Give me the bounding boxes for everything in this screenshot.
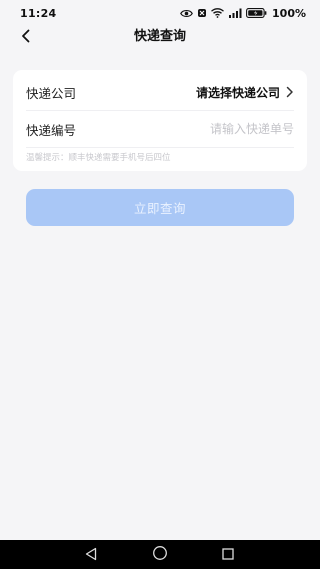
status-time: 11:24	[20, 6, 57, 20]
recents-square-icon	[221, 546, 235, 565]
company-label: 快递公司	[26, 85, 77, 101]
header-bar: 快递查询	[0, 26, 320, 48]
company-select[interactable]: 请选择快递公司	[196, 83, 294, 102]
wifi-icon	[211, 8, 224, 18]
battery-percentage: 100%	[272, 6, 306, 20]
company-row[interactable]: 快递公司 请选择快递公司	[26, 74, 294, 111]
home-circle-icon	[152, 545, 168, 565]
back-button[interactable]	[14, 26, 38, 48]
company-select-value: 请选择快递公司	[195, 85, 280, 100]
chevron-left-icon	[20, 28, 32, 47]
tip-text: 温馨提示：顺丰快递需要手机号后四位	[26, 153, 171, 163]
page-title: 快递查询	[133, 29, 186, 44]
system-home-button[interactable]	[151, 546, 169, 564]
system-recents-button[interactable]	[219, 546, 237, 564]
eye-icon	[180, 9, 193, 18]
battery-icon	[246, 8, 267, 18]
system-navigation-bar	[0, 540, 320, 569]
status-bar: 11:24 100%	[0, 0, 320, 26]
chevron-right-icon	[286, 83, 294, 102]
query-button[interactable]: 立即查询	[26, 189, 294, 226]
alarm-icon	[197, 8, 207, 18]
number-label: 快递编号	[26, 122, 77, 138]
cellular-signal-icon	[228, 8, 242, 18]
status-icons: 100%	[180, 7, 306, 20]
number-row: 快递编号	[26, 111, 294, 148]
tracking-number-input[interactable]	[144, 122, 294, 136]
system-back-button[interactable]	[82, 546, 100, 564]
query-form-card: 快递公司 请选择快递公司 快递编号 温馨提示：顺丰快递需要手机号后四位	[13, 70, 307, 171]
back-triangle-icon	[84, 546, 98, 565]
